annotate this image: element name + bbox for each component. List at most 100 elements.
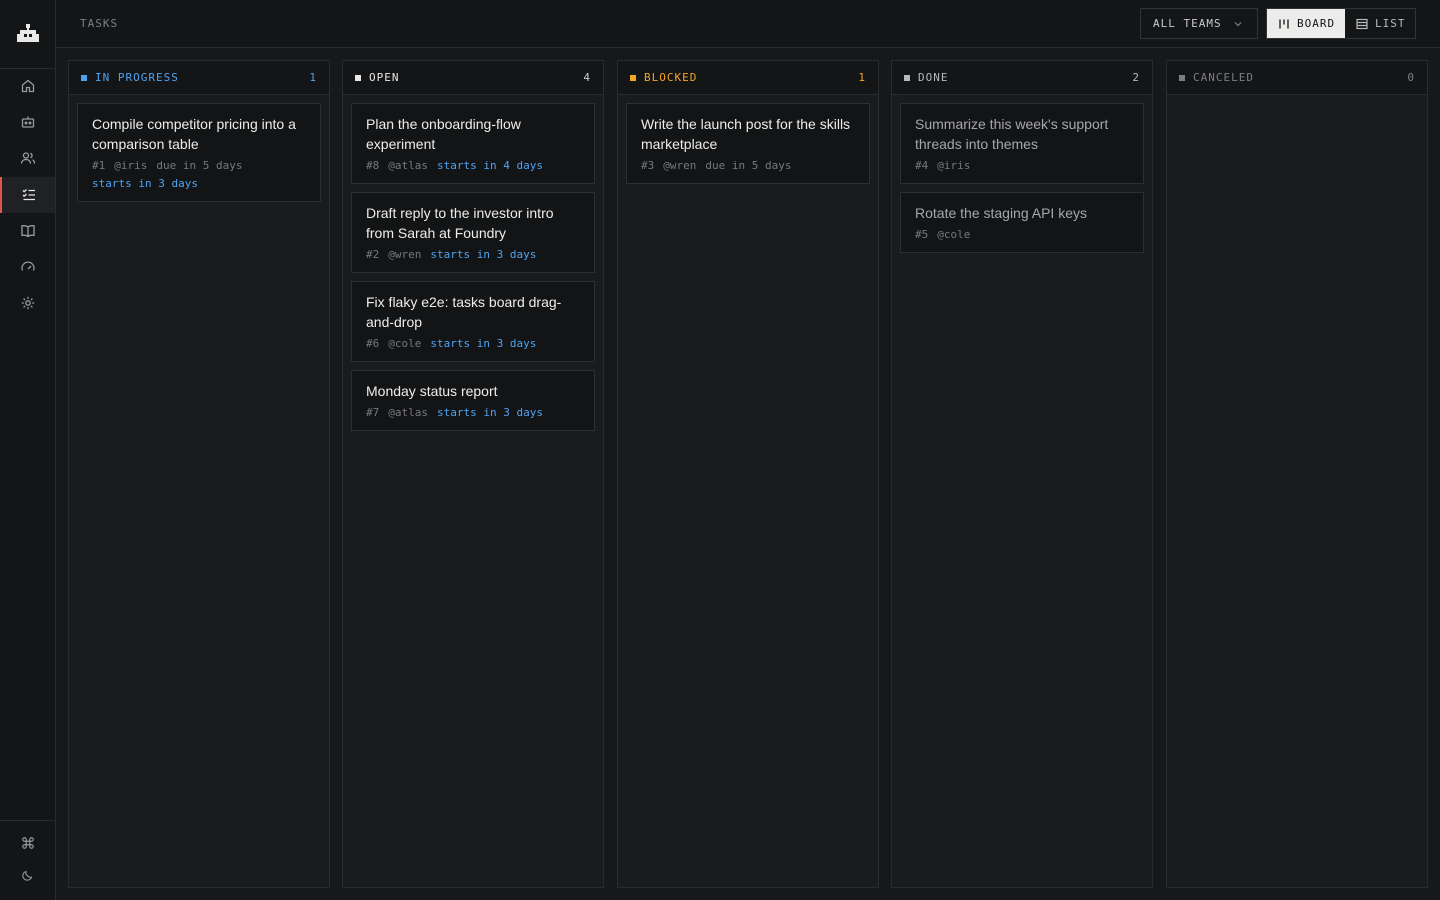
status-dot bbox=[1179, 74, 1185, 81]
task-title: Summarize this week's support threads in… bbox=[915, 116, 1109, 152]
column-count: 0 bbox=[1407, 71, 1415, 84]
column-title: DONE bbox=[918, 71, 949, 84]
status-dot bbox=[904, 74, 910, 81]
list-view-label: LIST bbox=[1375, 17, 1406, 30]
task-meta: #3 @wren due in 5 days bbox=[641, 157, 855, 175]
column-header: DONE 2 bbox=[892, 61, 1152, 95]
tasks-icon bbox=[22, 189, 35, 201]
task-id: #6 bbox=[366, 337, 380, 350]
task-card[interactable]: Monday status report #7 @atlas starts in 3… bbox=[351, 370, 595, 431]
card-list: Compile competitor pricing into a compar… bbox=[69, 95, 329, 218]
task-card[interactable]: Fix flaky e2e: tasks board drag-and-drop… bbox=[351, 281, 595, 362]
status-dot bbox=[81, 74, 87, 81]
task-assignee: @wren bbox=[663, 159, 697, 172]
task-assignee: @cole bbox=[388, 337, 422, 350]
task-title: Write the launch post for the skills mar… bbox=[641, 116, 851, 152]
task-assignee: @cole bbox=[937, 228, 971, 241]
status-dot bbox=[630, 74, 636, 81]
robot-logo-icon bbox=[16, 24, 39, 42]
task-meta: #1 @iris due in 5 days starts in 3 days bbox=[92, 157, 306, 193]
task-title: Monday status report bbox=[366, 383, 498, 399]
task-id: #8 bbox=[366, 159, 380, 172]
task-card[interactable]: Plan the onboarding-flow experiment #8 @a… bbox=[351, 103, 595, 184]
column-count: 2 bbox=[1132, 71, 1140, 84]
list-view-button[interactable]: LIST bbox=[1345, 9, 1415, 38]
column-header: IN PROGRESS 1 bbox=[69, 61, 329, 95]
task-card[interactable]: Write the launch post for the skills mar… bbox=[626, 103, 870, 184]
column-title: BLOCKED bbox=[644, 71, 698, 84]
task-title: Plan the onboarding-flow experiment bbox=[366, 116, 521, 152]
task-assignee: @atlas bbox=[388, 159, 428, 172]
task-id: #5 bbox=[915, 228, 929, 241]
team-filter-dropdown[interactable]: ALL TEAMS bbox=[1140, 8, 1258, 39]
task-title: Draft reply to the investor intro from S… bbox=[366, 205, 554, 241]
task-meta: #2 @wren starts in 3 days bbox=[366, 246, 580, 264]
column-header: BLOCKED 1 bbox=[618, 61, 878, 95]
card-list bbox=[1167, 95, 1427, 111]
command-icon bbox=[21, 837, 34, 849]
column-canceled: CANCELED 0 bbox=[1166, 60, 1428, 888]
nav-tasks[interactable] bbox=[0, 177, 55, 213]
sidebar bbox=[0, 0, 56, 900]
moon-icon bbox=[22, 870, 33, 881]
column-count: 1 bbox=[309, 71, 317, 84]
task-id: #7 bbox=[366, 406, 380, 419]
top-bar: TASKS ALL TEAMS BOARD LIST bbox=[56, 0, 1440, 48]
column-title: IN PROGRESS bbox=[95, 71, 179, 84]
card-list: Plan the onboarding-flow experiment #8 @a… bbox=[343, 95, 603, 447]
nav-settings[interactable] bbox=[0, 285, 55, 321]
task-assignee: @wren bbox=[388, 248, 422, 261]
status-dot bbox=[355, 74, 361, 81]
board-icon bbox=[1279, 19, 1289, 28]
card-list: Summarize this week's support threads in… bbox=[892, 95, 1152, 269]
task-id: #3 bbox=[641, 159, 655, 172]
task-id: #1 bbox=[92, 159, 106, 172]
task-card[interactable]: Draft reply to the investor intro from S… bbox=[351, 192, 595, 273]
bot-icon bbox=[21, 116, 34, 128]
column-title: OPEN bbox=[369, 71, 400, 84]
nav-agents[interactable] bbox=[0, 104, 55, 140]
task-start: starts in 4 days bbox=[437, 159, 543, 172]
task-due: due in 5 days bbox=[705, 159, 792, 172]
task-title: Compile competitor pricing into a compar… bbox=[92, 116, 296, 152]
task-assignee: @atlas bbox=[388, 406, 428, 419]
chevron-down-icon bbox=[1234, 22, 1242, 27]
task-title: Rotate the staging API keys bbox=[915, 205, 1087, 221]
task-assignee: @iris bbox=[114, 159, 148, 172]
task-start: starts in 3 days bbox=[430, 337, 537, 350]
gauge-icon bbox=[20, 261, 35, 271]
task-start: starts in 3 days bbox=[92, 177, 198, 190]
task-due: due in 5 days bbox=[156, 159, 243, 172]
command-palette-button[interactable] bbox=[0, 829, 55, 857]
column-done: DONE 2 Summarize this week's support thr… bbox=[891, 60, 1153, 888]
task-title: Fix flaky e2e: tasks board drag-and-drop bbox=[366, 294, 562, 330]
task-id: #2 bbox=[366, 248, 380, 261]
board-view-label: BOARD bbox=[1297, 17, 1336, 30]
task-meta: #4 @iris bbox=[915, 157, 1129, 175]
column-in-progress: IN PROGRESS 1 Compile competitor pricing… bbox=[68, 60, 330, 888]
nav-home[interactable] bbox=[0, 68, 55, 104]
column-open: OPEN 4 Plan the onboarding-flow experime… bbox=[342, 60, 604, 888]
column-blocked: BLOCKED 1 Write the launch post for the … bbox=[617, 60, 879, 888]
task-start: starts in 3 days bbox=[430, 248, 537, 261]
task-meta: #5 @cole bbox=[915, 226, 1129, 244]
app-logo[interactable] bbox=[0, 0, 55, 69]
book-icon bbox=[20, 225, 35, 238]
nav-usage[interactable] bbox=[0, 249, 55, 285]
task-card[interactable]: Compile competitor pricing into a compar… bbox=[77, 103, 321, 202]
task-card[interactable]: Summarize this week's support threads in… bbox=[900, 103, 1144, 184]
users-icon bbox=[20, 152, 35, 164]
task-assignee: @iris bbox=[937, 159, 971, 172]
task-meta: #6 @cole starts in 3 days bbox=[366, 335, 580, 353]
nav-team[interactable] bbox=[0, 140, 55, 176]
task-id: #4 bbox=[915, 159, 929, 172]
sidebar-footer bbox=[0, 820, 55, 900]
view-toggle: BOARD LIST bbox=[1266, 8, 1416, 39]
column-header: OPEN 4 bbox=[343, 61, 603, 95]
home-icon bbox=[21, 79, 34, 93]
board-view-button[interactable]: BOARD bbox=[1267, 9, 1345, 38]
task-meta: #7 @atlas starts in 3 days bbox=[366, 404, 580, 422]
nav-docs[interactable] bbox=[0, 213, 55, 249]
task-card[interactable]: Rotate the staging API keys #5 @cole bbox=[900, 192, 1144, 253]
theme-toggle-button[interactable] bbox=[0, 861, 55, 889]
